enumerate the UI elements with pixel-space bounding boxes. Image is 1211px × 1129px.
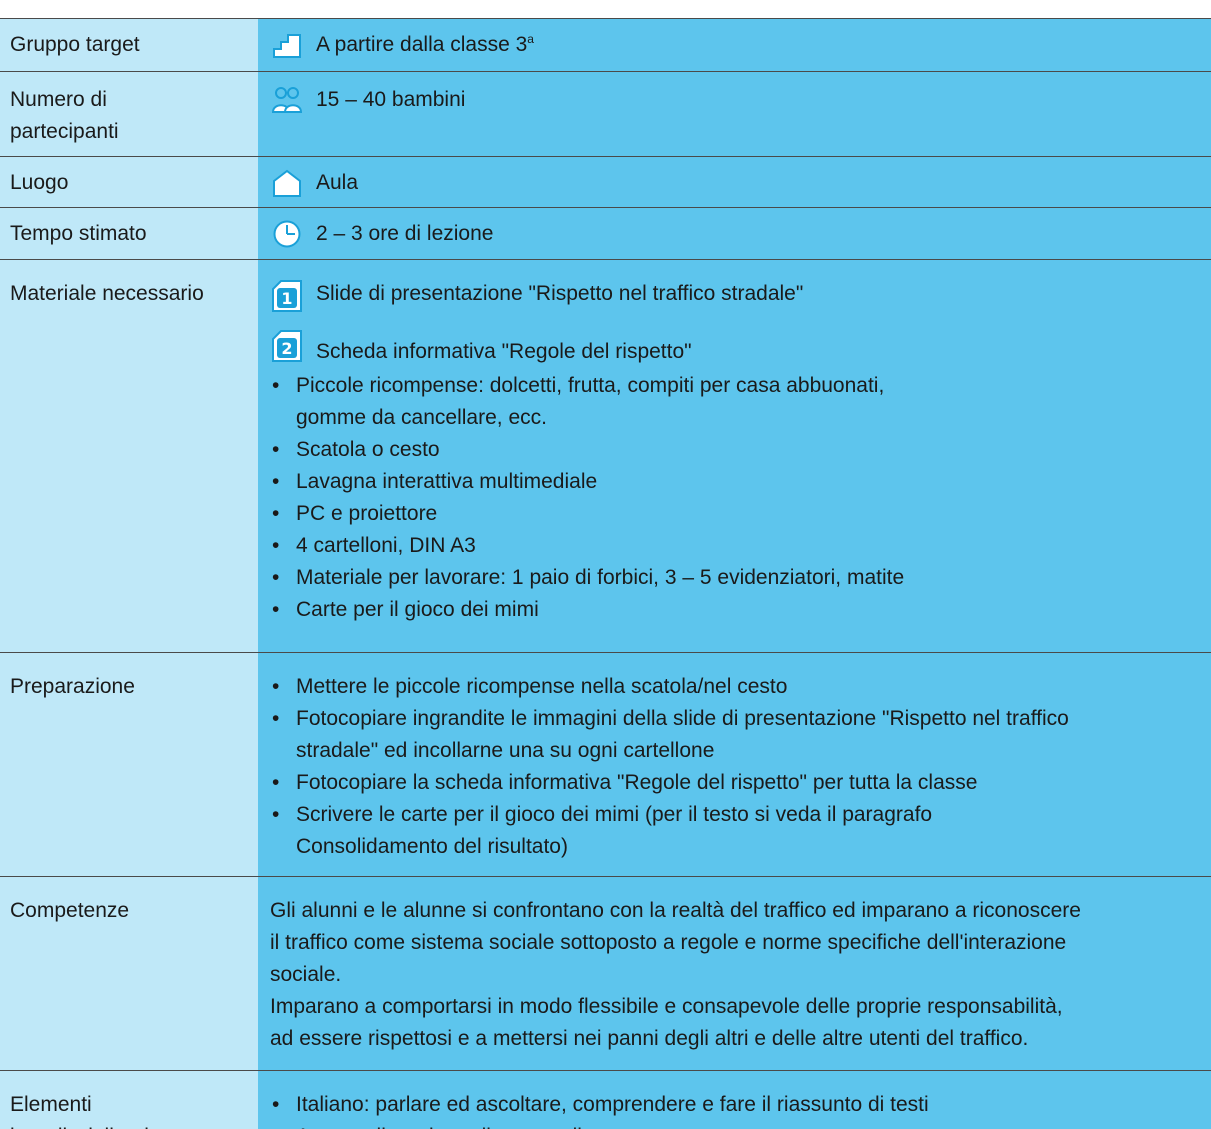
value-tempo-stimato: 2 – 3 ore di lezione [316,222,494,245]
svg-text:1: 1 [281,289,292,308]
label-elementi-line1: Elementi [10,1093,92,1116]
worksheet-1-label: Slide di presentazione "Rispetto nel tra… [316,282,804,305]
competenze-paragraph-2: Imparano a comportarsi in modo flessibil… [270,995,1063,1050]
list-item: 4 cartelloni, DIN A3 [270,530,1199,562]
list-item: Scatola o cesto [270,434,1199,466]
house-icon [272,168,302,198]
worksheet-1-icon: 1 [272,280,302,312]
value-gruppo-target: A partire dalla classe 3a [316,32,534,56]
value-numero-partecipanti: 15 – 40 bambini [316,88,466,111]
worksheet-2-icon: 2 [272,330,302,362]
label-tempo-stimato: Tempo stimato [0,208,258,259]
label-numero-line1: Numero di [10,88,107,111]
list-item: Scrivere le carte per il gioco dei mimi … [270,799,1199,863]
list-item: Italiano: parlare ed ascoltare, comprend… [270,1089,1199,1121]
label-materiale-necessario: Materiale necessario [0,260,258,652]
list-item: Carte per il gioco dei mimi [270,594,1199,626]
list-item: Arte: realizzazione di un cartellone [270,1121,1199,1129]
row-elementi-interdisciplinari: Elementi interdisciplinari Italiano: par… [0,1071,1211,1129]
list-item: Fotocopiare ingrandite le immagini della… [270,703,1199,767]
list-item: Piccole ricompense: dolcetti, frutta, co… [270,370,1199,434]
label-preparazione: Preparazione [0,653,258,876]
label-competenze: Competenze [0,877,258,1070]
list-item: Fotocopiare la scheda informativa "Regol… [270,767,1199,799]
materiale-list: Piccole ricompense: dolcetti, frutta, co… [270,370,1199,626]
value-luogo: Aula [316,171,359,194]
list-item: PC e proiettore [270,498,1199,530]
group-people-icon [272,85,302,115]
preparazione-list: Mettere le piccole ricompense nella scat… [270,671,1199,863]
clock-icon [272,219,302,249]
list-item: Materiale per lavorare: 1 paio di forbic… [270,562,1199,594]
list-item: Lavagna interattiva multimediale [270,466,1199,498]
label-luogo: Luogo [0,157,258,207]
row-materiale-necessario: Materiale necessario 1 Slide di presenta… [0,260,1211,653]
svg-text:2: 2 [281,339,292,358]
row-numero-partecipanti: Numero di partecipanti 15 – 40 bambini [0,72,1211,157]
info-table: Gruppo target A partire dalla classe 3a … [0,0,1211,1129]
elementi-list: Italiano: parlare ed ascoltare, comprend… [270,1089,1199,1129]
worksheet-1: 1 Slide di presentazione "Rispetto nel t… [270,278,1199,312]
stairs-icon [272,30,302,60]
worksheet-2-label: Scheda informativa "Regole del rispetto" [316,340,692,363]
row-gruppo-target: Gruppo target A partire dalla classe 3a [0,18,1211,72]
worksheet-2: 2 Scheda informativa "Regole del rispett… [270,328,1199,368]
competenze-paragraph-1: Gli alunni e le alunne si confrontano co… [270,899,1081,986]
label-gruppo-target: Gruppo target [0,19,258,71]
list-item: Mettere le piccole ricompense nella scat… [270,671,1199,703]
row-tempo-stimato: Tempo stimato 2 – 3 ore di lezione [0,208,1211,260]
row-luogo: Luogo Aula [0,157,1211,208]
label-elementi-line2: interdisciplinari [10,1125,149,1129]
label-numero-line2: partecipanti [10,120,119,143]
row-preparazione: Preparazione Mettere le piccole ricompen… [0,653,1211,877]
row-competenze: Competenze Gli alunni e le alunne si con… [0,877,1211,1071]
